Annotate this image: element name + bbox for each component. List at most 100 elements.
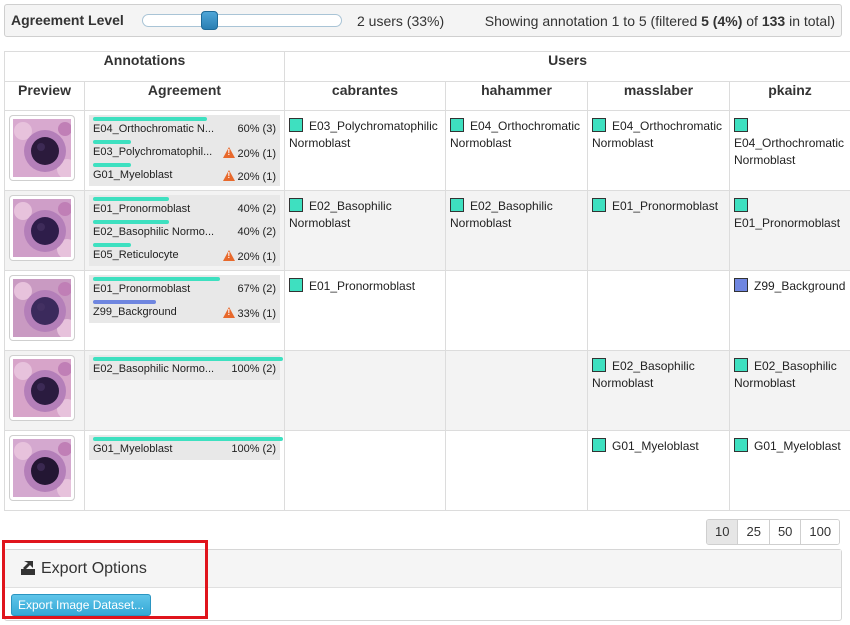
user-column-header[interactable]: masslaber [587, 81, 730, 111]
agreement-bar [93, 437, 283, 441]
user-annotation-cell[interactable]: G01_Myeloblast [587, 430, 730, 511]
user-annotation[interactable]: G01_Myeloblast [730, 431, 850, 455]
page-size-10[interactable]: 10 [707, 520, 738, 544]
class-color-swatch [450, 118, 464, 132]
agreement-label: E02_Basophilic Normo... [93, 226, 215, 238]
annotations-group-header: Annotations [4, 51, 285, 82]
user-annotation-cell[interactable]: E04_Orthochromatic Normoblast [445, 110, 588, 191]
agreement-percent-value: 60% (3) [237, 123, 276, 135]
user-annotation-label: Z99_Background [754, 279, 846, 293]
user-annotation-cell[interactable]: G01_Myeloblast [728, 430, 850, 511]
preview-thumbnail[interactable] [10, 196, 74, 260]
agreement-percent: 20% (1) [223, 146, 276, 160]
page-size-selector: 10 25 50 100 [706, 519, 841, 545]
user-column-header[interactable]: cabrantes [284, 81, 446, 111]
preview-thumbnail[interactable] [10, 436, 74, 500]
user-annotation[interactable]: E04_Orthochromatic Normoblast [730, 111, 850, 169]
user-annotation[interactable]: E01_Pronormoblast [285, 271, 445, 295]
page-size-50[interactable]: 50 [768, 520, 801, 544]
preview-thumbnail[interactable] [10, 356, 74, 420]
slider-handle[interactable] [201, 11, 218, 30]
user-annotation-label: G01_Myeloblast [612, 439, 699, 453]
user-annotation-label: G01_Myeloblast [754, 439, 841, 453]
cell-image [13, 439, 71, 497]
user-annotation-cell[interactable]: E02_Basophilic Normoblast [284, 190, 446, 271]
user-column-header[interactable]: pkainz [728, 81, 850, 111]
user-annotation-label: E04_Orthochromatic Normoblast [450, 119, 581, 150]
agreement-label: Z99_Background [93, 306, 177, 318]
user-annotation[interactable]: E02_Basophilic Normoblast [588, 351, 729, 392]
user-annotation[interactable]: G01_Myeloblast [588, 431, 729, 455]
agreement-percent: 100% (2) [231, 363, 276, 375]
agreement-percent-value: 33% (1) [237, 308, 276, 320]
agreement-item: Z99_Background 33% (1) [91, 299, 278, 322]
user-annotation[interactable]: E02_Basophilic Normoblast [285, 191, 445, 232]
user-annotation-label: E04_Orthochromatic Normoblast [734, 136, 845, 167]
agreement-bar [93, 357, 283, 361]
user-annotation-cell[interactable]: E02_Basophilic Normoblast [445, 190, 588, 271]
page-size-25[interactable]: 25 [737, 520, 769, 544]
user-annotation-cell[interactable]: E01_Pronormoblast [587, 190, 730, 271]
preview-cell [4, 190, 85, 271]
agreement-level-bar: Agreement Level 2 users (33%) Showing an… [4, 4, 842, 37]
user-annotation[interactable]: E01_Pronormoblast [730, 191, 850, 232]
user-annotation-cell[interactable]: E02_Basophilic Normoblast [587, 350, 730, 431]
agreement-label: E01_Pronormoblast [93, 203, 191, 215]
user-annotation[interactable]: E02_Basophilic Normoblast [446, 191, 587, 232]
user-annotation[interactable]: E04_Orthochromatic Normoblast [446, 111, 587, 152]
user-annotation-cell[interactable]: E02_Basophilic Normoblast [728, 350, 850, 431]
user-annotation[interactable]: E01_Pronormoblast [588, 191, 729, 215]
preview-thumbnail[interactable] [10, 276, 74, 340]
agreement-level-slider[interactable] [142, 11, 342, 30]
agreement-level-label: Agreement Level [11, 12, 124, 28]
warning-icon [223, 147, 236, 158]
agreement-percent: 33% (1) [223, 306, 276, 320]
preview-thumbnail[interactable] [10, 116, 74, 180]
agreement-percent-value: 20% (1) [237, 251, 276, 263]
class-color-swatch [734, 438, 748, 452]
user-annotation-cell[interactable]: E01_Pronormoblast [728, 190, 850, 271]
agreement-percent-value: 67% (2) [237, 283, 276, 295]
user-annotation-cell[interactable]: E01_Pronormoblast [284, 270, 446, 351]
class-color-swatch [592, 118, 606, 132]
preview-cell [4, 270, 85, 351]
user-annotation[interactable]: E04_Orthochromatic Normoblast [588, 111, 729, 152]
user-annotation-cell [445, 430, 588, 511]
user-annotation-cell [284, 430, 446, 511]
user-annotation-cell[interactable]: E03_Polychromatophilic Normoblast [284, 110, 446, 191]
user-annotation[interactable]: E03_Polychromatophilic Normoblast [285, 111, 445, 152]
user-annotation-cell[interactable]: E04_Orthochromatic Normoblast [728, 110, 850, 191]
highlight-box [2, 540, 208, 619]
cell-image [13, 199, 71, 257]
user-annotation-label: E01_Pronormoblast [734, 216, 841, 230]
agreement-percent-value: 100% (2) [231, 363, 276, 375]
agreement-percent: 67% (2) [237, 283, 276, 295]
user-annotation-cell[interactable]: E04_Orthochromatic Normoblast [587, 110, 730, 191]
user-column-header[interactable]: hahammer [445, 81, 588, 111]
showing-post: in total) [785, 13, 835, 29]
agreement-summary: G01_Myeloblast 100% (2) [89, 435, 283, 460]
agreement-item: E02_Basophilic Normo... 40% (2) [91, 219, 278, 242]
agreement-percent-value: 100% (2) [231, 443, 276, 455]
preview-column-header[interactable]: Preview [4, 81, 85, 111]
agreement-column-header[interactable]: Agreement [84, 81, 285, 111]
users-group-header: Users [283, 51, 850, 82]
user-annotation-label: E03_Polychromatophilic Normoblast [289, 119, 438, 150]
user-annotation[interactable]: E02_Basophilic Normoblast [730, 351, 850, 392]
showing-filtered: 5 (4%) [701, 13, 743, 29]
page-size-100[interactable]: 100 [800, 520, 840, 544]
showing-mid: of [742, 13, 762, 29]
agreement-summary: E01_Pronormoblast 40% (2) E02_Basophilic N… [89, 195, 280, 266]
user-annotation-cell [587, 270, 730, 351]
showing-total: 133 [761, 13, 786, 29]
agreement-percent: 40% (2) [237, 226, 276, 238]
user-annotation[interactable]: Z99_Background [730, 271, 850, 295]
user-annotation-label: E01_Pronormoblast [309, 279, 416, 293]
agreement-item: E02_Basophilic Normo... 100% (2) [91, 356, 283, 379]
cell-image [13, 119, 71, 177]
agreement-percent-value: 40% (2) [237, 226, 276, 238]
showing-annotations-text: Showing annotation 1 to 5 (filtered 5 (4… [485, 13, 835, 29]
showing-pre: Showing annotation 1 to 5 (filtered [484, 13, 702, 29]
user-annotation-cell[interactable]: Z99_Background [728, 270, 850, 351]
agreement-percent-value: 40% (2) [237, 203, 276, 215]
